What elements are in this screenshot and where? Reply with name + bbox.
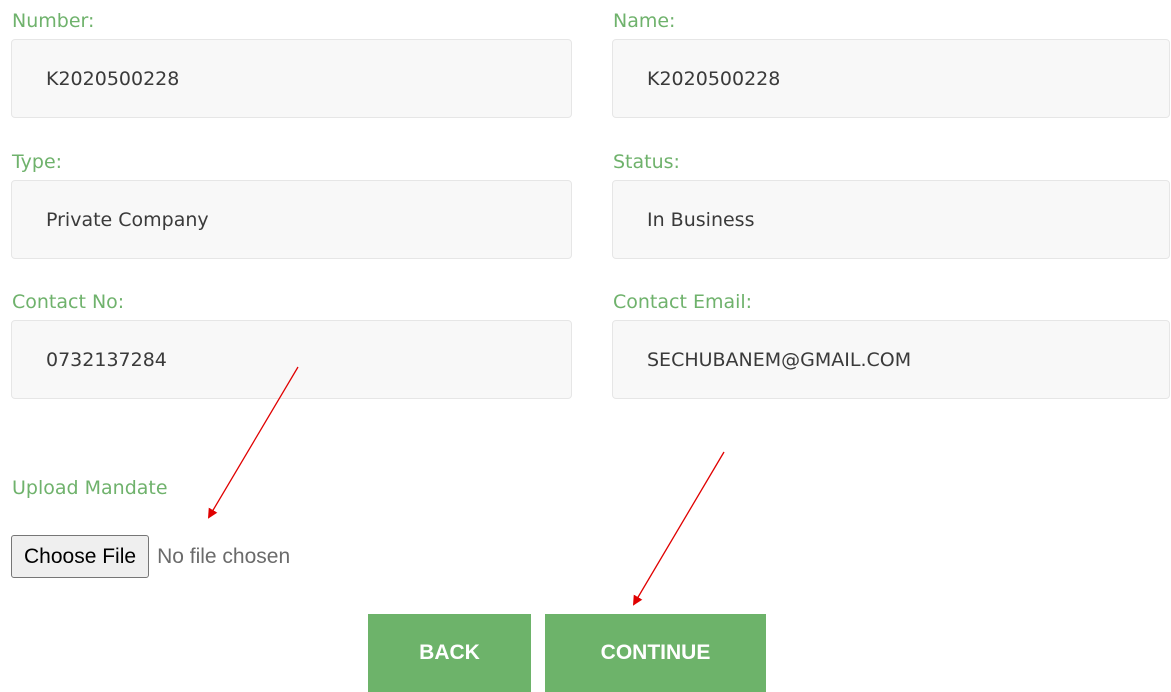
contact-no-field[interactable]: 0732137284 xyxy=(11,320,572,399)
contact-email-field[interactable]: SECHUBANEM@GMAIL.COM xyxy=(612,320,1170,399)
contact-email-value: SECHUBANEM@GMAIL.COM xyxy=(647,348,912,371)
back-button[interactable]: BACK xyxy=(368,614,531,692)
continue-button[interactable]: CONTINUE xyxy=(545,614,766,692)
number-value: K2020500228 xyxy=(46,67,180,90)
name-label: Name: xyxy=(613,10,676,32)
contact-no-value: 0732137284 xyxy=(46,348,167,371)
status-field[interactable]: In Business xyxy=(612,180,1170,259)
type-label: Type: xyxy=(12,151,63,173)
upload-mandate-label: Upload Mandate xyxy=(12,477,168,499)
name-field[interactable]: K2020500228 xyxy=(612,39,1170,118)
arrow-to-continue xyxy=(632,451,725,606)
type-field[interactable]: Private Company xyxy=(11,180,572,259)
choose-file-button[interactable]: Choose File xyxy=(11,535,150,578)
file-status-text: No file chosen xyxy=(157,544,291,568)
name-value: K2020500228 xyxy=(647,67,781,90)
contact-no-label: Contact No: xyxy=(12,291,125,313)
status-value: In Business xyxy=(647,208,755,231)
number-label: Number: xyxy=(12,10,95,32)
number-field[interactable]: K2020500228 xyxy=(11,39,572,118)
type-value: Private Company xyxy=(46,208,209,231)
status-label: Status: xyxy=(613,151,680,173)
file-input: Choose File No file chosen xyxy=(11,535,290,578)
contact-email-label: Contact Email: xyxy=(613,291,753,313)
